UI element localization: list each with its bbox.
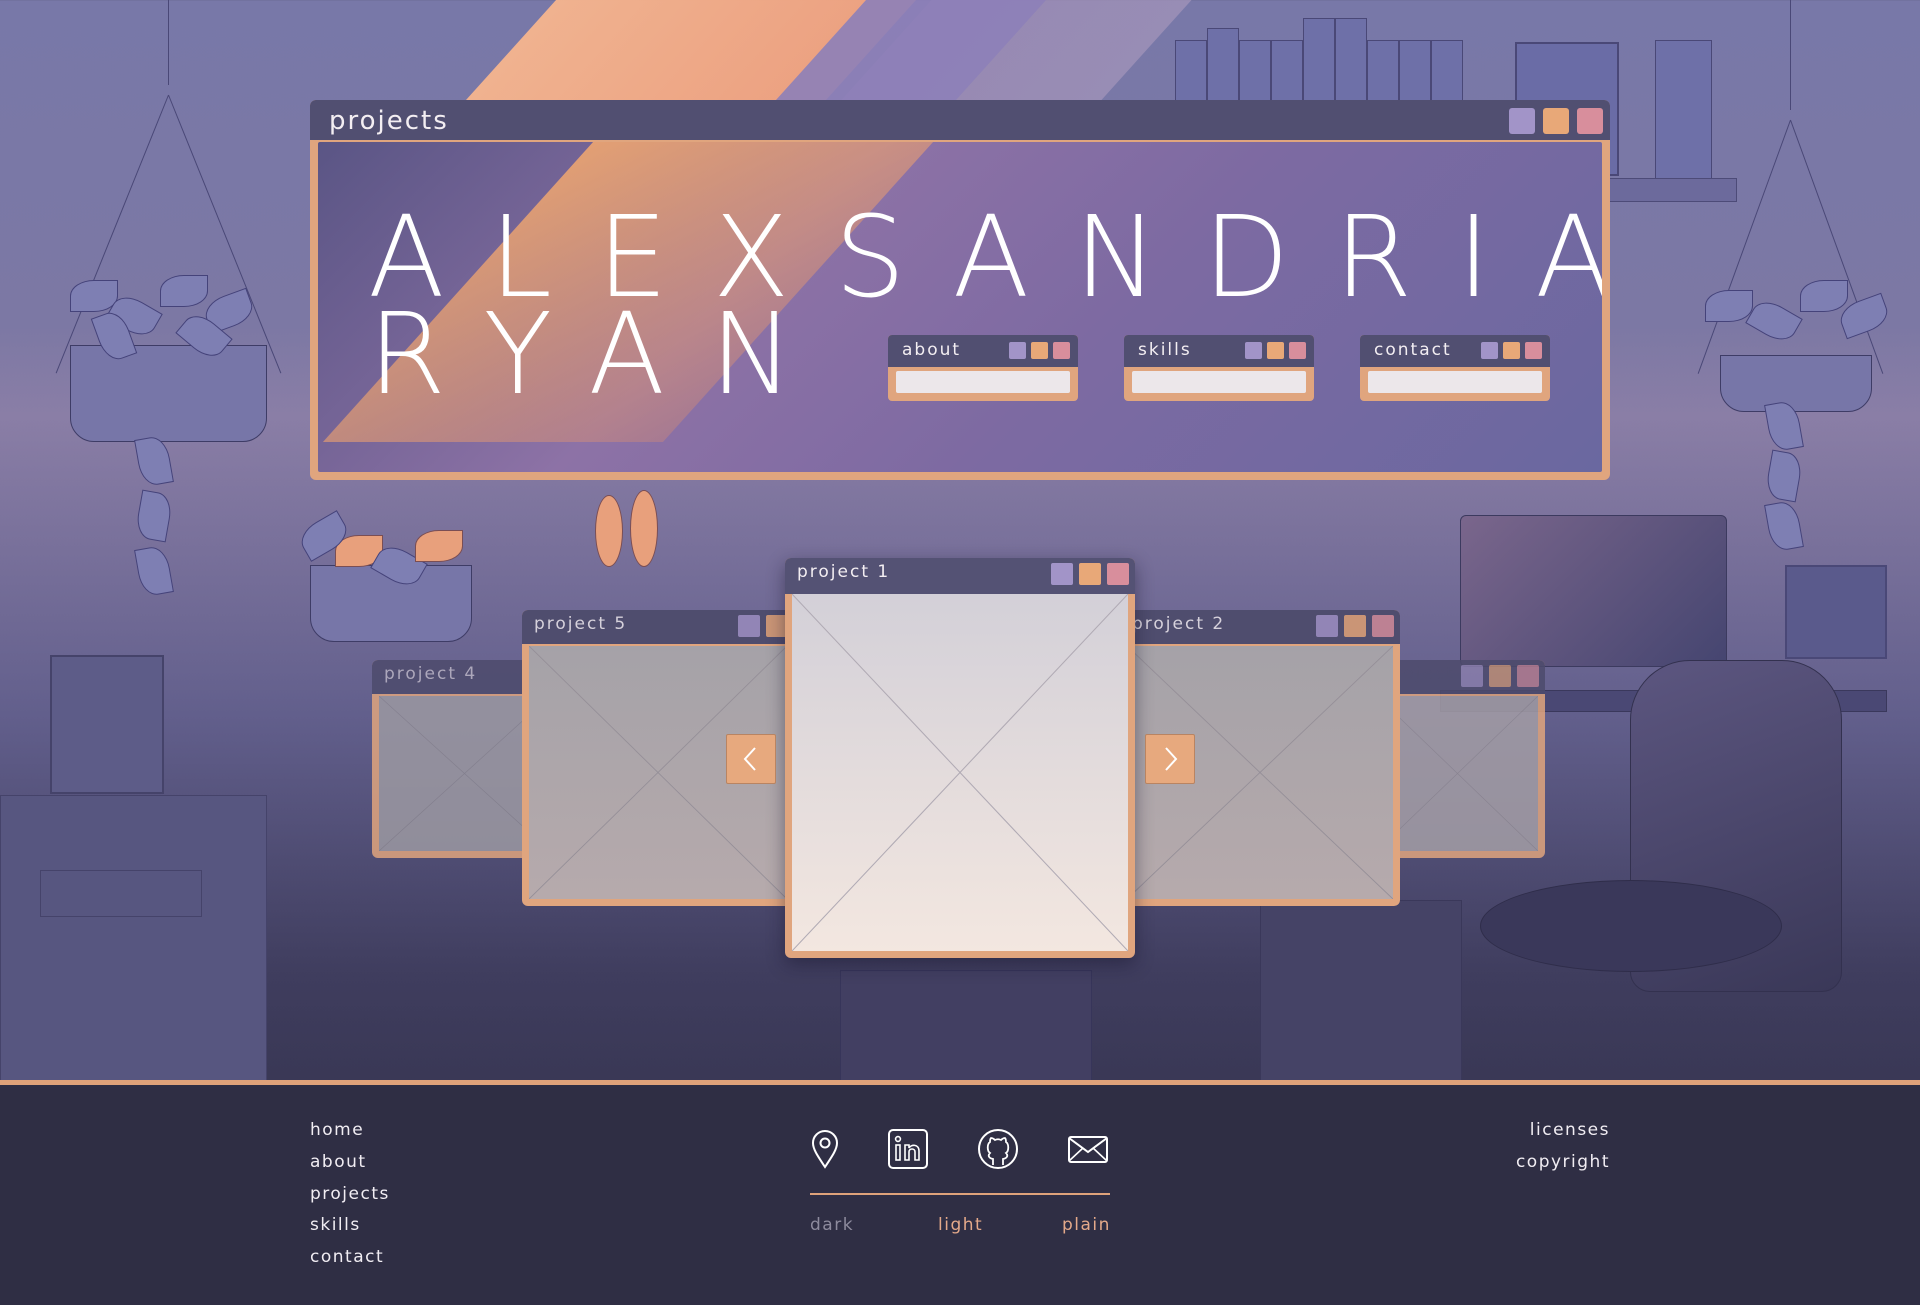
chevron-left-icon <box>743 747 756 771</box>
close-button[interactable] <box>1107 563 1129 585</box>
mail-icon[interactable] <box>1066 1127 1110 1171</box>
minimize-button[interactable] <box>1009 342 1026 359</box>
minimize-button[interactable] <box>1461 665 1483 687</box>
minimize-button[interactable] <box>1509 108 1535 134</box>
minimize-button[interactable] <box>738 615 760 637</box>
theme-dark[interactable]: dark <box>810 1215 854 1235</box>
contact-label: contact <box>1374 340 1452 360</box>
dresser <box>0 795 267 1085</box>
skills-window[interactable]: skills <box>1124 335 1314 401</box>
close-button[interactable] <box>1289 342 1306 359</box>
wall-calendar <box>1785 565 1887 659</box>
about-label: about <box>902 340 962 360</box>
close-button[interactable] <box>1372 615 1394 637</box>
linkedin-icon[interactable] <box>886 1127 930 1171</box>
chevron-right-icon <box>1165 747 1178 771</box>
maximize-button[interactable] <box>1031 342 1048 359</box>
carousel-prev-button[interactable] <box>726 734 776 784</box>
hero-panel: ALEXSANDRIA RYAN about skills contact <box>318 142 1602 472</box>
window-titlebar[interactable]: projects <box>310 100 1610 140</box>
project-card-title: project 2 <box>1132 614 1226 634</box>
footer-link-copyright[interactable]: copyright <box>1516 1152 1610 1172</box>
footer: home about projects skills contact dark … <box>0 1080 1920 1305</box>
skills-label: skills <box>1138 340 1192 360</box>
dresser-drawer <box>40 870 202 917</box>
skills-content <box>1132 371 1306 393</box>
close-button[interactable] <box>1053 342 1070 359</box>
project-card-1[interactable]: project 1 <box>785 558 1135 958</box>
minimize-button[interactable] <box>1245 342 1262 359</box>
footer-link-projects[interactable]: projects <box>310 1184 390 1204</box>
footer-link-home[interactable]: home <box>310 1120 364 1140</box>
picture-frame <box>50 655 164 794</box>
about-window[interactable]: about <box>888 335 1078 401</box>
close-button[interactable] <box>1517 665 1539 687</box>
cabinet <box>1260 900 1462 1085</box>
carousel-next-button[interactable] <box>1145 734 1195 784</box>
project-card-title: project 4 <box>384 664 478 684</box>
maximize-button[interactable] <box>1503 342 1520 359</box>
theme-plain[interactable]: plain <box>1062 1215 1111 1235</box>
maximize-button[interactable] <box>1489 665 1511 687</box>
contact-window[interactable]: contact <box>1360 335 1550 401</box>
project-thumbnail <box>1377 696 1538 851</box>
about-content <box>896 371 1070 393</box>
project-thumbnail <box>792 594 1128 951</box>
computer-monitor <box>1460 515 1727 667</box>
footer-link-about[interactable]: about <box>310 1152 367 1172</box>
hero-last-name: RYAN <box>368 290 839 420</box>
window-title: projects <box>329 106 449 136</box>
footer-link-skills[interactable]: skills <box>310 1215 361 1235</box>
theme-light[interactable]: light <box>938 1215 983 1235</box>
maximize-button[interactable] <box>1079 563 1101 585</box>
location-pin-icon[interactable] <box>803 1127 847 1171</box>
github-icon[interactable] <box>976 1127 1020 1171</box>
project-card-title: project 1 <box>797 562 891 582</box>
maximize-button[interactable] <box>1543 108 1569 134</box>
close-button[interactable] <box>1577 108 1603 134</box>
footer-link-licenses[interactable]: licenses <box>1530 1120 1610 1140</box>
chair-seat <box>1480 880 1782 972</box>
contact-content <box>1368 371 1542 393</box>
footer-link-contact[interactable]: contact <box>310 1247 384 1267</box>
storage-box <box>840 970 1092 1085</box>
project-card-title: project 5 <box>534 614 628 634</box>
minimize-button[interactable] <box>1316 615 1338 637</box>
minimize-button[interactable] <box>1481 342 1498 359</box>
theme-divider <box>810 1193 1110 1195</box>
projects-window: projects ALEXSANDRIA RYAN about skills c… <box>310 100 1610 480</box>
maximize-button[interactable] <box>1344 615 1366 637</box>
maximize-button[interactable] <box>1267 342 1284 359</box>
close-button[interactable] <box>1525 342 1542 359</box>
minimize-button[interactable] <box>1051 563 1073 585</box>
